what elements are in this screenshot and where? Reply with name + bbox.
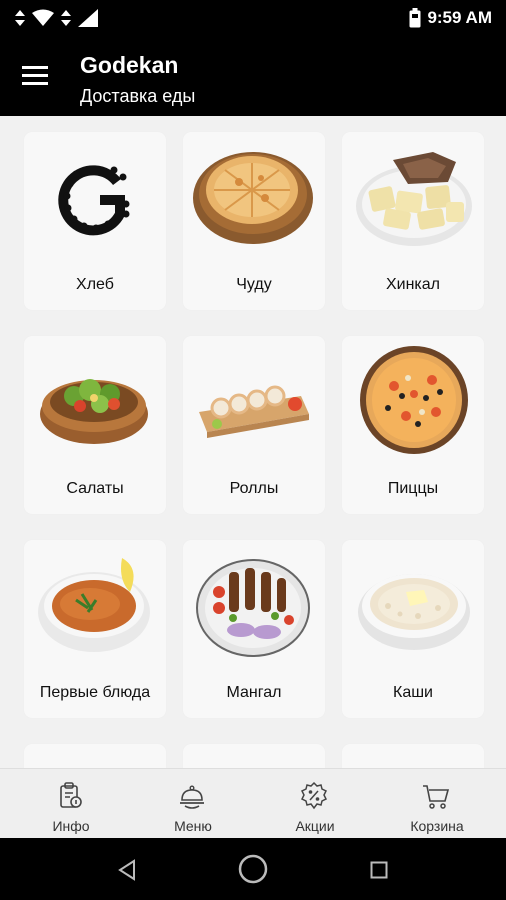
category-grid: Хлеб Чуду Хинкал Салаты Роллы Пиццы Перв…	[0, 116, 506, 768]
app-title: Godekan	[80, 52, 179, 78]
category-label: Чуду	[236, 276, 272, 293]
category-label: Первые блюда	[39, 684, 151, 701]
chudu-image	[193, 152, 313, 244]
category-card-salads[interactable]: Салаты	[24, 336, 166, 514]
nav-item-cart[interactable]: Корзина	[374, 769, 500, 839]
nav-label: Меню	[174, 818, 212, 834]
battery-icon	[409, 8, 421, 28]
nav-item-promotions[interactable]: Акции	[252, 769, 378, 839]
porridge-image	[358, 574, 470, 650]
category-label: Хинкал	[385, 276, 441, 293]
partial-food-image	[30, 754, 160, 768]
category-card-soups[interactable]: Первые блюда	[24, 540, 166, 718]
category-card-partial-3[interactable]	[342, 744, 484, 768]
category-card-khinkal[interactable]: Хинкал	[342, 132, 484, 310]
hamburger-icon	[22, 66, 48, 85]
status-time: 9:59 AM	[427, 8, 492, 27]
data-arrows-icon	[15, 10, 25, 26]
menu-cloche-icon	[180, 785, 204, 809]
system-navigation-bar	[0, 838, 506, 900]
soup-image	[38, 558, 150, 652]
category-label: Каши	[393, 684, 433, 701]
category-card-grill[interactable]: Мангал	[183, 540, 325, 718]
category-card-partial-2[interactable]	[183, 744, 325, 768]
category-card-bread[interactable]: Хлеб	[24, 132, 166, 310]
nav-label: Инфо	[52, 818, 90, 834]
category-label: Салаты	[66, 480, 124, 497]
cart-icon	[423, 785, 450, 809]
partial-food-image-2	[348, 754, 478, 768]
pizza-image	[360, 346, 468, 454]
app-subtitle: Доставка еды	[80, 86, 196, 106]
status-left-icons	[14, 9, 98, 27]
nav-item-menu[interactable]: Меню	[130, 769, 256, 839]
category-card-rolls[interactable]: Роллы	[183, 336, 325, 514]
wifi-icon	[32, 9, 54, 26]
status-bar: 9:59 AM	[0, 0, 506, 38]
category-label: Хлеб	[76, 276, 114, 293]
app-screen: 9:59 AM Godekan Доставка еды Хлеб Чуду Х…	[0, 0, 506, 900]
category-label: Роллы	[229, 480, 279, 497]
app-bar: Godekan Доставка еды	[0, 38, 506, 116]
category-label: Пиццы	[387, 480, 439, 497]
grill-image	[196, 559, 310, 657]
percent-badge-icon	[300, 781, 328, 810]
bottom-navigation: Инфо Меню Акции Корзина	[0, 768, 506, 838]
category-card-pizza[interactable]: Пиццы	[342, 336, 484, 514]
salad-image	[40, 379, 148, 444]
hamburger-menu-button[interactable]	[20, 60, 52, 92]
info-clipboard-icon	[60, 782, 82, 808]
status-right: 9:59 AM	[409, 8, 492, 28]
nav-label: Акции	[295, 818, 335, 834]
khinkal-image	[356, 152, 472, 246]
rolls-image	[199, 385, 309, 438]
category-card-chudu[interactable]: Чуду	[183, 132, 325, 310]
nav-label: Корзина	[410, 818, 464, 834]
category-card-partial-1[interactable]	[24, 744, 166, 768]
back-icon[interactable]	[116, 859, 138, 881]
godekan-logo-icon	[58, 165, 130, 236]
home-icon[interactable]	[237, 853, 269, 885]
signal-icon	[78, 9, 98, 27]
category-card-porridge[interactable]: Каши	[342, 540, 484, 718]
recents-icon[interactable]	[370, 861, 388, 879]
category-label: Мангал	[226, 684, 282, 701]
data-arrows-icon-2	[61, 10, 71, 26]
nav-item-info[interactable]: Инфо	[8, 769, 134, 839]
